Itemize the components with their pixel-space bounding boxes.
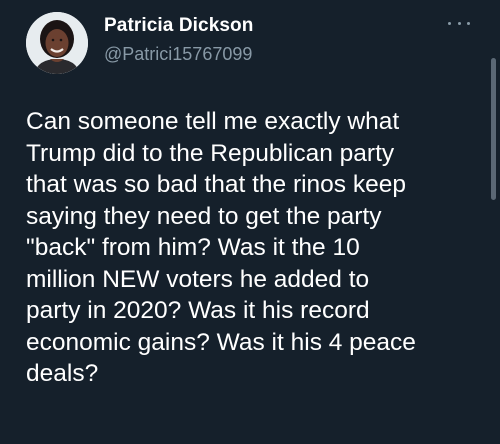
tweet-text-line: million NEW voters he added to bbox=[26, 265, 370, 293]
tweet-text-line: Can someone tell me exactly what bbox=[26, 108, 400, 135]
tweet-text-line: saying they need to get the party bbox=[26, 202, 382, 230]
tweet-text-line: party in 2020? Was it his record bbox=[26, 297, 370, 324]
more-dot bbox=[457, 21, 461, 25]
tweet-text-line: that was so bad that the rinos keep bbox=[26, 171, 406, 198]
tweet-text-line: economic gains? Was it his 4 peace bbox=[26, 328, 416, 356]
more-dot bbox=[448, 21, 451, 25]
avatar-photo-icon bbox=[26, 12, 88, 74]
tweet-text-line: deals? bbox=[26, 360, 99, 387]
more-dot bbox=[467, 21, 470, 25]
user-info: Patricia Dickson @Patrici15767099 bbox=[104, 14, 253, 66]
tweet-card: Patricia Dickson @Patrici15767099 Can so… bbox=[0, 0, 500, 444]
more-options-icon[interactable] bbox=[448, 18, 470, 28]
display-name[interactable]: Patricia Dickson bbox=[104, 14, 253, 38]
tweet-text-line: Trump did to the Republican party bbox=[26, 139, 395, 167]
user-handle[interactable]: @Patrici15767099 bbox=[104, 42, 253, 66]
tweet-text: Can someone tell me exactly what Trump di… bbox=[26, 106, 476, 390]
scrollbar[interactable] bbox=[491, 58, 496, 200]
tweet-text-line: "back" from him? Was it the 10 bbox=[26, 234, 360, 261]
avatar[interactable] bbox=[26, 12, 88, 74]
